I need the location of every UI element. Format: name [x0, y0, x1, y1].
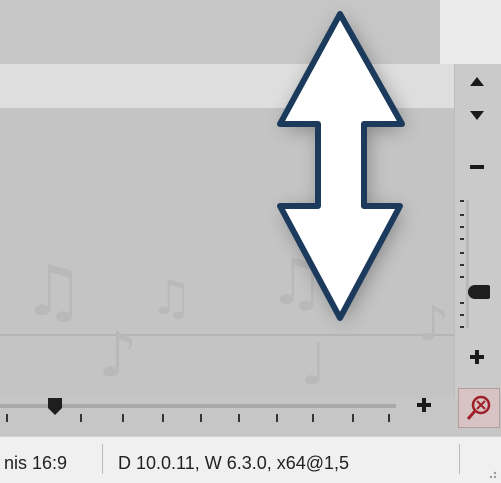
- double-arrow-vertical-icon: [277, 11, 405, 322]
